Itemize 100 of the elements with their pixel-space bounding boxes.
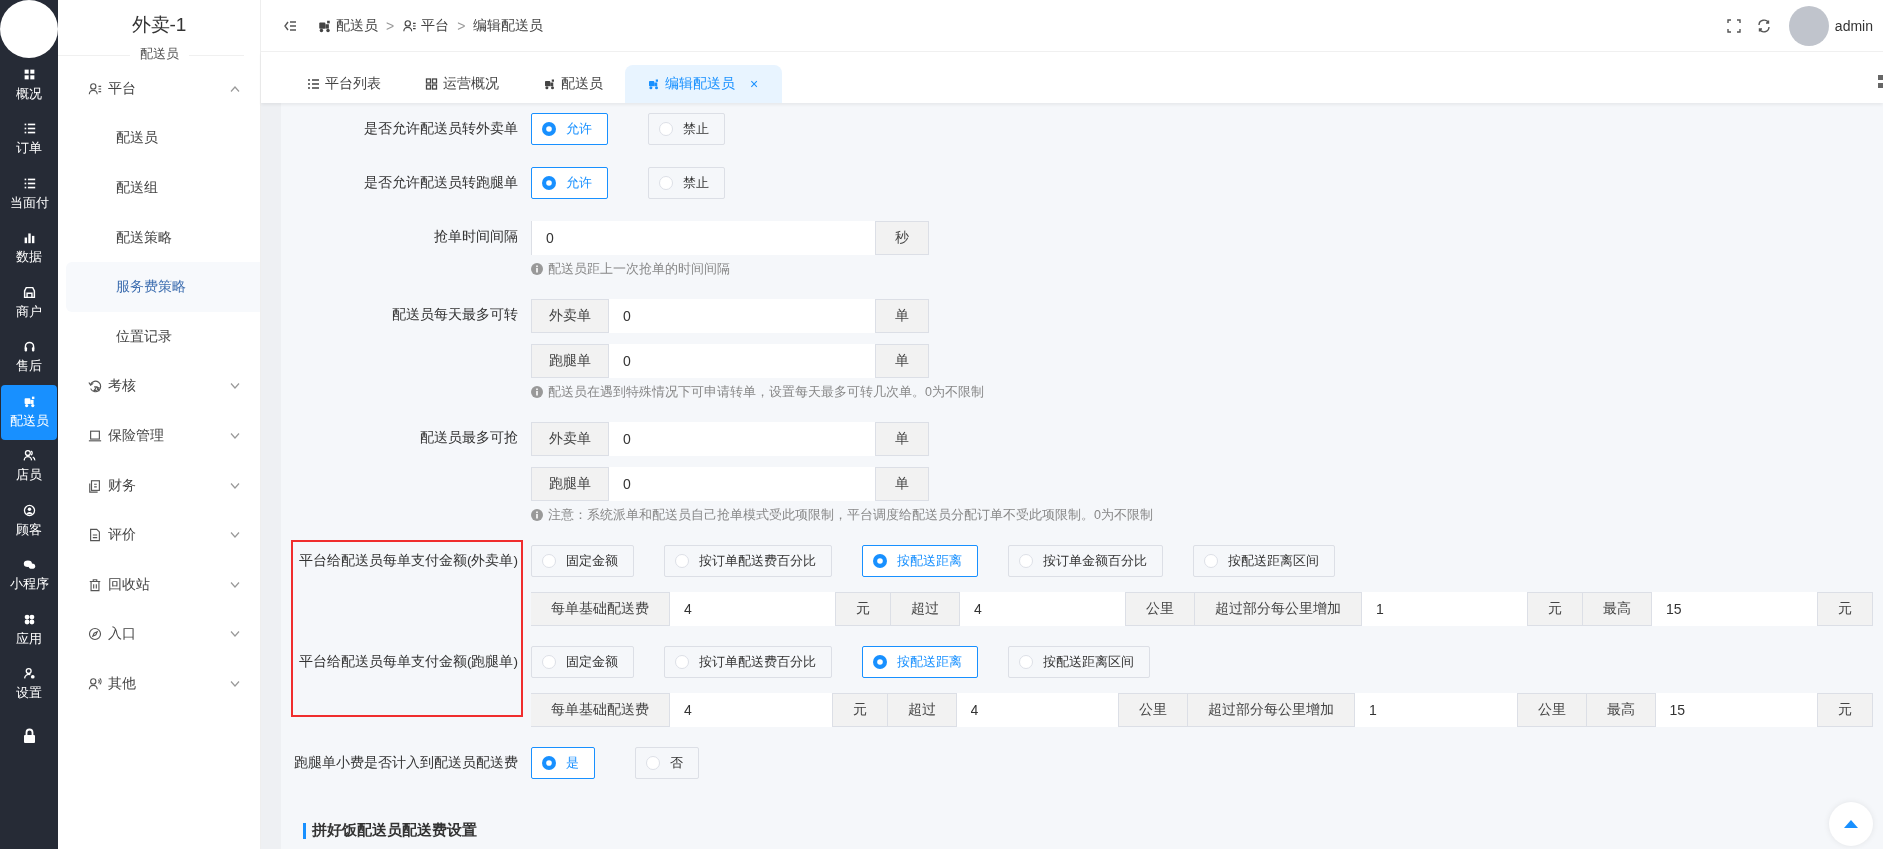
radio-button[interactable]: 禁止	[648, 113, 725, 145]
headphones-icon	[22, 340, 36, 354]
more-tabs-icon[interactable]	[1878, 75, 1883, 89]
menu-item[interactable]: 评价	[58, 510, 260, 560]
input-field[interactable]: 1	[1361, 592, 1527, 626]
radio-button[interactable]: 按订单配送费百分比	[664, 646, 832, 678]
radio-empty-icon	[646, 756, 660, 770]
refresh-icon[interactable]	[1756, 18, 1771, 33]
fullscreen-icon[interactable]	[1726, 18, 1741, 33]
input-field[interactable]: 0	[609, 467, 875, 501]
submenu-item[interactable]: 配送组	[66, 163, 260, 213]
radio-button[interactable]: 否	[635, 747, 699, 779]
input-field[interactable]: 0	[609, 299, 875, 333]
radio-empty-icon	[542, 655, 556, 669]
user-circle-icon	[22, 503, 36, 517]
rail-item[interactable]: 小程序	[1, 548, 57, 603]
users-icon	[88, 81, 102, 96]
input-field[interactable]: 1	[1354, 693, 1517, 727]
rail-item[interactable]: 当面付	[1, 167, 57, 222]
grid-icon	[22, 67, 36, 81]
input-field[interactable]: 15	[1654, 693, 1817, 727]
form-label: 抢单时间间隔	[433, 228, 519, 246]
radio-button[interactable]: 按配送距离区间	[1008, 646, 1150, 678]
input-field[interactable]: 15	[1651, 592, 1817, 626]
radio-empty-icon	[675, 554, 689, 568]
unit-addon: 单	[875, 467, 929, 501]
laptop-icon	[88, 428, 102, 443]
rail-item[interactable]: 店员	[1, 439, 57, 494]
input-field[interactable]: 4	[959, 592, 1125, 626]
chevron-down-icon	[230, 680, 240, 687]
radio-checked-icon	[873, 554, 887, 568]
chevron-down-icon	[230, 482, 240, 489]
menu-item[interactable]: 其他	[58, 659, 260, 709]
radio-empty-icon	[659, 122, 673, 136]
menu-item[interactable]: 保险管理	[58, 411, 260, 461]
document-icon	[88, 528, 102, 543]
back-to-top-button[interactable]	[1829, 802, 1873, 846]
input-field[interactable]: 0	[531, 221, 875, 255]
rail-item[interactable]: 订单	[1, 112, 57, 167]
radio-button[interactable]: 禁止	[648, 167, 725, 199]
submenu-item[interactable]: 服务费策略	[66, 262, 260, 312]
rail-item[interactable]: 商户	[1, 276, 57, 331]
tab[interactable]: 运营概况	[403, 65, 521, 103]
menu-item[interactable]: 回收站	[58, 559, 260, 610]
input-addon: 超过	[886, 693, 956, 727]
rail-item[interactable]: 顾客	[1, 494, 57, 549]
info-icon	[531, 263, 543, 275]
radio-empty-icon	[542, 554, 556, 568]
tab[interactable]: 配送员	[521, 65, 625, 103]
input-field[interactable]: 4	[955, 693, 1118, 727]
input-addon: 公里	[1118, 693, 1187, 727]
info-icon	[531, 509, 543, 521]
breadcrumb-link[interactable]: 平台	[402, 16, 450, 35]
logo-circle[interactable]	[0, 0, 58, 58]
menu-item[interactable]: 财务	[58, 460, 260, 511]
submenu-item[interactable]: 配送策略	[66, 212, 260, 263]
grid-icon	[425, 78, 438, 90]
input-field[interactable]: 4	[669, 693, 832, 727]
input-addon: 超过部分每公里增加	[1194, 592, 1361, 626]
user-gear-icon	[22, 667, 36, 681]
radio-button[interactable]: 按订单配送费百分比	[664, 545, 832, 577]
submenu-item[interactable]: 配送员	[66, 113, 260, 164]
radio-button[interactable]: 按订单金额百分比	[1008, 545, 1163, 577]
submenu-item[interactable]: 位置记录	[66, 311, 260, 362]
rail-item[interactable]: 设置	[1, 657, 57, 712]
chevron-up-icon	[230, 85, 240, 92]
menu-item[interactable]: 平台	[58, 64, 260, 114]
radio-empty-icon	[1019, 655, 1033, 669]
menu-item[interactable]: 入口	[58, 609, 260, 660]
breadcrumb-link[interactable]: 配送员	[317, 16, 378, 35]
collapse-menu-icon[interactable]	[283, 18, 297, 33]
tab[interactable]: 平台列表	[285, 65, 403, 103]
cycle-icon	[88, 379, 102, 394]
clover-icon	[22, 612, 36, 626]
hint-text: 配送员距上一次抢单的时间间隔	[548, 261, 730, 277]
input-addon: 超过	[890, 592, 959, 626]
lock-icon[interactable]	[22, 728, 36, 743]
rail-item[interactable]: 售后	[1, 330, 57, 385]
breadcrumb-separator: >	[386, 17, 395, 34]
input-addon: 元	[831, 693, 887, 727]
input-field[interactable]: 0	[609, 422, 875, 456]
user-name[interactable]: admin	[1834, 17, 1873, 34]
radio-checked-icon	[542, 176, 556, 190]
rail-item[interactable]: 概况	[1, 58, 57, 113]
input-addon: 最高	[1582, 592, 1651, 626]
hint-text: 注意：系统派单和配送员自己抢单模式受此项限制，平台调度给配送员分配订单不受此项限制。0为不限制	[548, 507, 1153, 523]
rail-item[interactable]: 数据	[1, 221, 57, 276]
input-addon: 公里	[1125, 592, 1194, 626]
breadcrumb-link[interactable]: 编辑配送员	[473, 16, 544, 35]
trash-icon	[88, 577, 102, 592]
app-title: 外卖-1	[131, 13, 187, 37]
input-field[interactable]: 4	[669, 592, 835, 626]
input-field[interactable]: 0	[609, 344, 875, 378]
form-label: 平台给配送员每单支付金额(跑腿单)	[298, 653, 519, 671]
radio-button[interactable]: 固定金额	[531, 646, 634, 678]
radio-button[interactable]: 按配送距离区间	[1193, 545, 1335, 577]
rail-item[interactable]: 应用	[1, 603, 57, 658]
menu-item[interactable]: 考核	[58, 361, 260, 412]
radio-button[interactable]: 固定金额	[531, 545, 634, 577]
input-addon: 元	[1527, 592, 1582, 626]
